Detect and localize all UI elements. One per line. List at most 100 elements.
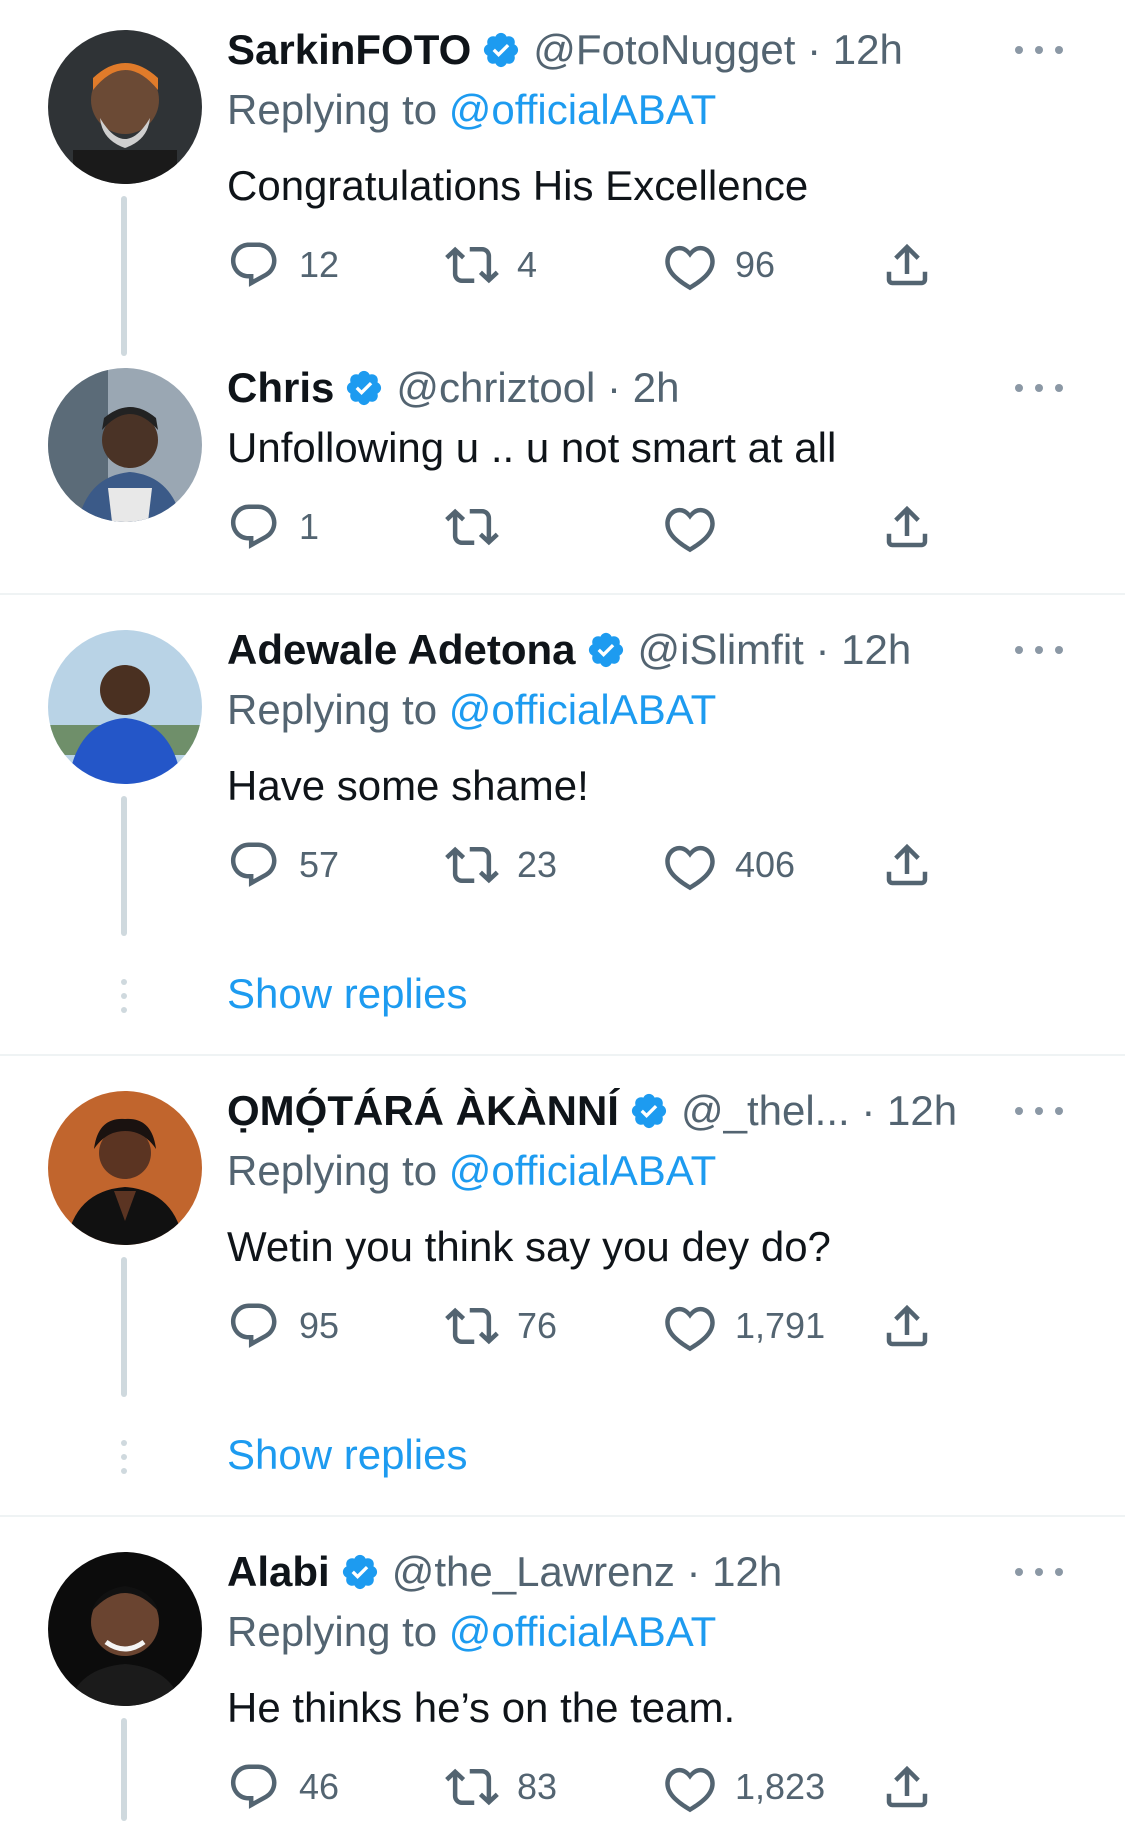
reply-icon	[230, 242, 277, 287]
mention-link[interactable]: @officialABAT	[449, 1147, 717, 1194]
avatar[interactable]	[48, 1552, 202, 1706]
reply-count: 1	[299, 506, 320, 547]
avatar[interactable]	[48, 630, 202, 784]
mention-link[interactable]: @officialABAT	[449, 1608, 717, 1655]
separator-dot: ·	[674, 1548, 713, 1595]
tweet-text: He thinks he’s on the team.	[227, 1684, 736, 1731]
heart-icon	[665, 1306, 715, 1352]
verified-badge-icon	[631, 1093, 667, 1128]
share-icon	[886, 505, 928, 548]
author-handle[interactable]: @_thel...	[681, 1087, 850, 1134]
share-button[interactable]	[880, 499, 934, 555]
reply-icon	[230, 504, 277, 549]
retweet-button[interactable]: 4	[445, 237, 537, 293]
thread-line	[121, 1718, 127, 1821]
author-name[interactable]: ỌMỌ́TÁRÁ ÀKÀNNÍ	[227, 1087, 619, 1134]
retweet-button[interactable]: 83	[445, 1759, 557, 1815]
retweet-button[interactable]: 23	[445, 837, 557, 893]
mention-link[interactable]: @officialABAT	[449, 686, 717, 733]
retweet-count: 23	[517, 844, 558, 885]
reply-icon	[230, 842, 277, 887]
retweet-button[interactable]: 76	[445, 1298, 557, 1354]
tweet-header: Adewale Adetona @iSlimfit · 12h	[227, 622, 975, 678]
reply-button[interactable]: 57	[227, 837, 339, 893]
share-icon	[886, 243, 928, 286]
reply-button[interactable]: 46	[227, 1759, 339, 1815]
share-button[interactable]	[880, 837, 934, 893]
reply-icon	[230, 1303, 277, 1348]
author-name[interactable]: Chris	[227, 364, 334, 411]
author-handle[interactable]: @iSlimfit	[638, 626, 804, 673]
author-name[interactable]: Adewale Adetona	[227, 626, 576, 673]
tweet-actions: 46 83 1,823	[227, 1759, 947, 1815]
author-handle[interactable]: @chriztool	[396, 364, 595, 411]
retweet-icon	[445, 1768, 499, 1806]
replying-label: Replying to	[227, 1147, 438, 1194]
retweet-button[interactable]	[445, 499, 517, 555]
heart-icon	[665, 1767, 715, 1813]
divider	[0, 593, 1125, 595]
tweet-text: Unfollowing u .. u not smart at all	[227, 424, 837, 471]
tweet-actions: 95 76 1,791	[227, 1298, 947, 1354]
author-name[interactable]: SarkinFOTO	[227, 26, 471, 73]
tweet-header: Alabi @the_Lawrenz · 12h	[227, 1544, 975, 1600]
separator-dot: ·	[595, 364, 633, 411]
reply-button[interactable]: 1	[227, 499, 319, 555]
timestamp[interactable]: 12h	[712, 1548, 782, 1595]
tweet-text: Wetin you think say you dey do?	[227, 1223, 831, 1270]
thread-line	[121, 1257, 127, 1397]
retweet-count: 4	[517, 244, 538, 285]
more-icon[interactable]	[1009, 1091, 1069, 1131]
author-handle[interactable]: @FotoNugget	[533, 26, 795, 73]
tweet-text: Congratulations His Excellence	[227, 162, 809, 209]
author-name[interactable]: Alabi	[227, 1548, 330, 1595]
share-button[interactable]	[880, 1298, 934, 1354]
avatar[interactable]	[48, 30, 202, 184]
reply-button[interactable]: 95	[227, 1298, 339, 1354]
replying-label: Replying to	[227, 86, 438, 133]
share-icon	[886, 1765, 928, 1808]
tweet-header: ỌMỌ́TÁRÁ ÀKÀNNÍ @_thel... · 12h	[227, 1083, 975, 1139]
mention-link[interactable]: @officialABAT	[449, 86, 717, 133]
separator-dot: ·	[795, 26, 833, 73]
verified-badge-icon	[484, 32, 519, 67]
like-button[interactable]: 96	[663, 237, 775, 293]
like-button[interactable]: 1,791	[663, 1298, 825, 1354]
more-icon[interactable]	[1009, 30, 1069, 70]
tweet-text: Have some shame!	[227, 762, 589, 809]
separator-dot: ·	[849, 1087, 888, 1134]
share-button[interactable]	[880, 237, 934, 293]
avatar[interactable]	[48, 368, 202, 522]
replying-label: Replying to	[227, 1608, 438, 1655]
timestamp[interactable]: 12h	[887, 1087, 957, 1134]
verified-badge-icon	[342, 1554, 377, 1589]
show-replies-link[interactable]: Show replies	[227, 970, 467, 1018]
like-button[interactable]	[663, 499, 735, 555]
tweet-header: SarkinFOTO @FotoNugget · 12h	[227, 22, 975, 78]
share-button[interactable]	[880, 1759, 934, 1815]
author-handle[interactable]: @the_Lawrenz	[392, 1548, 675, 1595]
verified-badge-icon	[588, 632, 623, 667]
like-count: 1,791	[735, 1305, 826, 1346]
timestamp[interactable]: 12h	[833, 26, 903, 73]
tweet-actions: 1	[227, 499, 947, 555]
tweet-actions: 12 4 96	[227, 237, 947, 293]
timestamp[interactable]: 12h	[841, 626, 911, 673]
timestamp[interactable]: 2h	[633, 364, 680, 411]
like-button[interactable]: 1,823	[663, 1759, 825, 1815]
more-icon[interactable]	[1009, 1552, 1069, 1592]
share-icon	[886, 843, 928, 886]
separator-dot: ·	[803, 626, 842, 673]
heart-icon	[665, 507, 715, 553]
show-replies-link[interactable]: Show replies	[227, 1431, 467, 1479]
more-icon[interactable]	[1009, 368, 1069, 408]
more-icon[interactable]	[1009, 630, 1069, 670]
retweet-count: 83	[517, 1766, 558, 1807]
avatar[interactable]	[48, 1091, 202, 1245]
reply-button[interactable]: 12	[227, 237, 339, 293]
retweet-count: 76	[517, 1305, 558, 1346]
like-button[interactable]: 406	[663, 837, 795, 893]
reply-icon	[230, 1764, 277, 1809]
heart-icon	[665, 245, 715, 291]
like-count: 96	[735, 244, 776, 285]
